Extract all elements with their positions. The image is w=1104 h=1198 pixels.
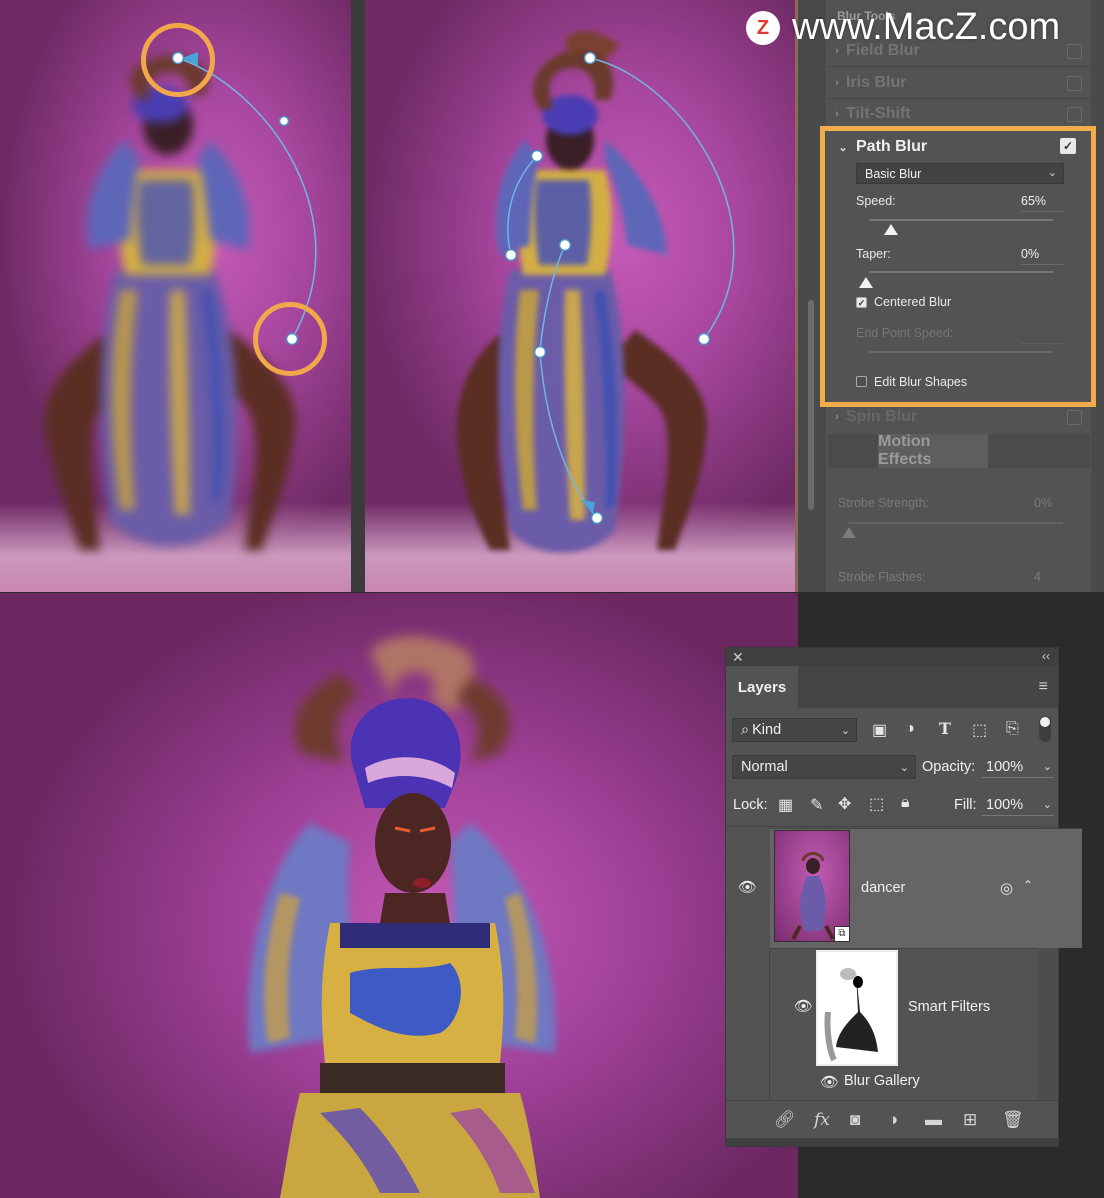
path-end-handle[interactable] — [284, 331, 300, 347]
canvas-final-result[interactable] — [0, 593, 798, 1198]
section-label: Spin Blur — [846, 408, 918, 425]
panel-scrollbar[interactable] — [808, 300, 814, 510]
chevron-down-icon: ⌄ — [1042, 799, 1052, 811]
spin-blur-checkbox[interactable] — [1067, 409, 1082, 425]
opacity-value: 100% — [986, 758, 1024, 775]
layers-panel: ✕ ‹‹ Layers ≡ ⌕ Kind ⌄ ▣ ◑ T ⬚ ⎘ Normal … — [725, 647, 1082, 1147]
path-start-handle[interactable] — [170, 50, 186, 66]
chevron-up-icon[interactable]: ⌃ — [1023, 878, 1033, 892]
opacity-field[interactable]: 100% ⌄ — [982, 756, 1054, 778]
blend-mode-value: Normal — [741, 759, 788, 775]
section-spin-blur[interactable]: › Spin Blur — [828, 402, 1090, 432]
watermark-text: www.MacZ.com — [792, 6, 1061, 48]
visibility-eye-icon[interactable]: 👁︎ — [738, 878, 757, 896]
chevron-right-icon: › — [835, 108, 839, 120]
iris-blur-checkbox[interactable] — [1067, 75, 1082, 91]
filter-smart-object-icon[interactable]: ⎘ — [1006, 720, 1019, 738]
panel-divider — [351, 0, 365, 592]
lock-artboard-icon[interactable]: ⬚ — [869, 794, 884, 814]
strobe-strength-value[interactable]: 0% — [1034, 496, 1052, 510]
smart-object-badge-icon: ⧉ — [834, 926, 850, 942]
watermark-logo: Z — [746, 11, 780, 45]
layer-name-smart-filters[interactable]: Smart Filters — [908, 999, 990, 1015]
layer-name-dancer[interactable]: dancer — [861, 880, 905, 896]
fill-field[interactable]: 100% ⌄ — [982, 794, 1054, 816]
filter-kind-value: Kind — [752, 722, 782, 738]
lock-all-icon[interactable]: 🔒︎ — [901, 794, 910, 812]
link-layers-icon[interactable]: 🔗︎ — [774, 1110, 796, 1130]
close-icon[interactable]: ✕ — [732, 649, 744, 666]
lock-transparent-pixels-icon[interactable]: ▦ — [778, 795, 793, 815]
smart-filter-options-icon[interactable]: ◎ — [1000, 879, 1013, 897]
filter-shape-icon[interactable]: ⬚ — [972, 720, 987, 740]
section-label: Iris Blur — [846, 74, 907, 91]
filter-adjustment-icon[interactable]: ◑ — [905, 720, 915, 738]
tab-motion-effects[interactable]: Motion Effects — [878, 433, 988, 468]
visibility-eye-icon[interactable]: 👁︎ — [794, 997, 813, 1015]
strobe-strength-label: Strobe Strength: — [838, 496, 930, 510]
fill-label: Fill: — [954, 797, 977, 813]
filter-name-blur-gallery[interactable]: Blur Gallery — [844, 1073, 920, 1089]
filter-toggle-switch[interactable] — [1039, 716, 1051, 742]
section-label: Tilt-Shift — [846, 105, 911, 122]
filter-kind-select[interactable]: ⌕ Kind ⌄ — [732, 718, 857, 742]
adjustment-layer-icon[interactable]: ◑ — [888, 1110, 898, 1130]
collapse-icon[interactable]: ‹‹ — [1042, 649, 1050, 663]
fx-icon[interactable]: fx — [814, 1110, 830, 1130]
chevron-right-icon: › — [835, 77, 839, 89]
filter-toggle-knob — [1040, 717, 1050, 727]
lock-position-icon[interactable]: ✥ — [838, 794, 851, 814]
dancer-figure-blurred — [456, 30, 708, 553]
blend-mode-select[interactable]: Normal ⌄ — [732, 755, 916, 779]
tilt-shift-checkbox[interactable] — [1067, 106, 1082, 122]
layers-footer-toolbar: 🔗︎ fx ◙ ◑ ▬ ⊞ 🗑︎ — [726, 1100, 1058, 1139]
filter-type-icon[interactable]: T — [939, 719, 951, 738]
search-icon: ⌕ — [741, 722, 750, 738]
dancer-figure-result — [248, 636, 556, 1198]
panel-menu-icon[interactable]: ≡ — [1039, 678, 1048, 696]
fill-value: 100% — [986, 796, 1024, 813]
panel-bottom-bar — [726, 1138, 1058, 1146]
filter-pixel-icon[interactable]: ▣ — [872, 720, 887, 740]
chevron-down-icon: ⌄ — [840, 724, 850, 737]
new-layer-icon[interactable]: ⊞ — [963, 1110, 977, 1130]
visibility-eye-icon[interactable]: 👁︎ — [820, 1073, 839, 1091]
field-blur-checkbox[interactable] — [1067, 43, 1082, 59]
strobe-flashes-label: Strobe Flashes: — [838, 570, 926, 584]
strobe-flashes-value[interactable]: 4 — [1034, 570, 1041, 584]
smart-filter-mask-thumbnail — [816, 950, 898, 1066]
row-indent-divider — [769, 948, 770, 1100]
strobe-strength-slider-track[interactable] — [848, 522, 1063, 524]
opacity-label: Opacity: — [922, 759, 976, 775]
canvas-multi-path-preview[interactable] — [365, 0, 795, 592]
lock-image-pixels-icon[interactable]: ✎ — [810, 795, 823, 815]
section-iris-blur[interactable]: › Iris Blur — [828, 68, 1090, 99]
mask-shape — [824, 968, 878, 1062]
new-group-icon[interactable]: ▬ — [925, 1110, 942, 1130]
panel-titlebar: ✕ ‹‹ — [726, 648, 1058, 666]
path-blur-highlight-frame — [820, 126, 1096, 407]
panel-tabbar: Layers ≡ — [726, 666, 1058, 708]
canvas-path-blur-preview[interactable] — [0, 0, 351, 592]
add-mask-icon[interactable]: ◙ — [850, 1110, 860, 1130]
lock-label: Lock: — [733, 797, 768, 813]
chevron-down-icon: ⌄ — [1042, 761, 1052, 773]
strobe-strength-slider-thumb[interactable] — [842, 527, 856, 538]
delete-icon[interactable]: 🗑︎ — [1002, 1110, 1024, 1130]
chevron-right-icon: › — [835, 411, 839, 423]
tab-layers[interactable]: Layers — [726, 666, 798, 708]
chevron-down-icon: ⌄ — [899, 761, 909, 774]
